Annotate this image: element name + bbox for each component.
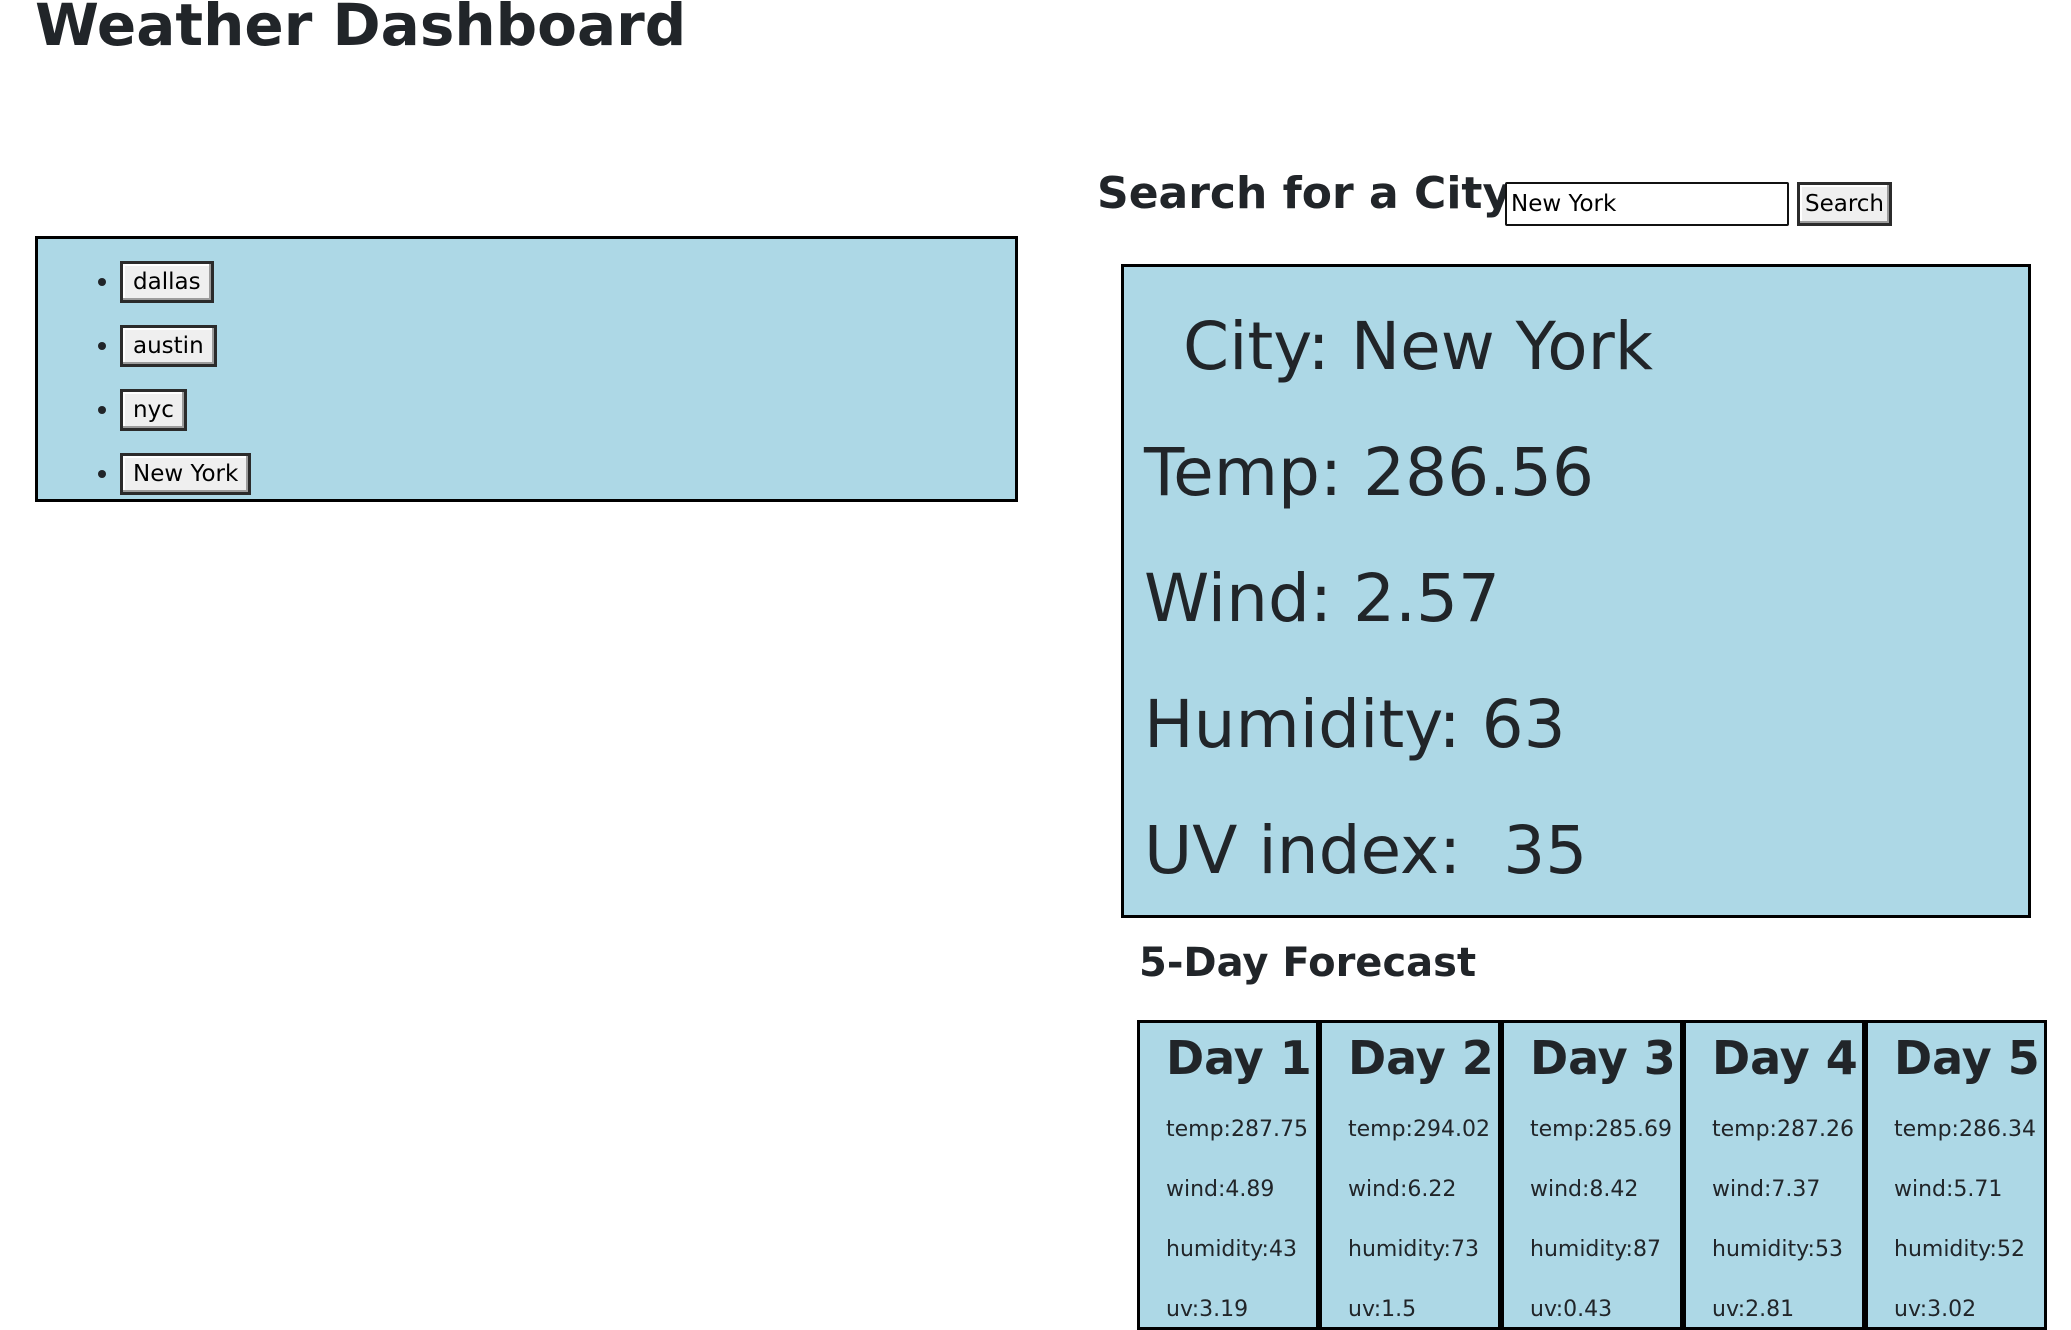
forecast-temp: temp:287.26 <box>1712 1117 1854 1142</box>
forecast-uv: uv:2.81 <box>1712 1297 1795 1322</box>
forecast-card-day-2: Day 2 temp:294.02 wind:6.22 humidity:73 … <box>1319 1020 1501 1330</box>
forecast-temp: temp:285.69 <box>1530 1117 1672 1142</box>
forecast-humidity: humidity:52 <box>1894 1237 2025 1262</box>
forecast-wind: wind:7.37 <box>1712 1177 1821 1202</box>
forecast-humidity: humidity:73 <box>1348 1237 1479 1262</box>
forecast-card-day-1: Day 1 temp:287.75 wind:4.89 humidity:43 … <box>1137 1020 1319 1330</box>
forecast-uv: uv:3.19 <box>1166 1297 1249 1322</box>
list-item: New York <box>120 453 252 517</box>
forecast-wind: wind:4.89 <box>1166 1177 1275 1202</box>
forecast-humidity: humidity:43 <box>1166 1237 1297 1262</box>
forecast-day-label: Day 1 <box>1166 1031 1312 1085</box>
list-item: austin <box>120 325 251 389</box>
forecast-uv: uv:1.5 <box>1348 1297 1417 1322</box>
forecast-humidity: humidity:53 <box>1712 1237 1843 1262</box>
list-item: nyc <box>120 389 251 453</box>
forecast-cards: Day 1 temp:287.75 wind:4.89 humidity:43 … <box>1137 1020 2047 1330</box>
history-button-nyc[interactable]: nyc <box>120 389 187 431</box>
forecast-wind: wind:6.22 <box>1348 1177 1457 1202</box>
forecast-wind: wind:8.42 <box>1530 1177 1639 1202</box>
search-history-list: dallas austin nyc New York <box>120 261 252 517</box>
history-button-dallas[interactable]: dallas <box>120 261 214 303</box>
current-wind: Wind: 2.57 <box>1144 560 1501 637</box>
search-label: Search for a City: <box>1097 168 1529 219</box>
forecast-day-label: Day 5 <box>1894 1031 2040 1085</box>
list-item: dallas <box>120 261 251 325</box>
forecast-wind: wind:5.71 <box>1894 1177 2003 1202</box>
forecast-card-day-4: Day 4 temp:287.26 wind:7.37 humidity:53 … <box>1683 1020 1865 1330</box>
current-temp: Temp: 286.56 <box>1144 434 1595 511</box>
forecast-day-label: Day 4 <box>1712 1031 1858 1085</box>
forecast-temp: temp:287.75 <box>1166 1117 1308 1142</box>
forecast-humidity: humidity:87 <box>1530 1237 1661 1262</box>
search-input[interactable] <box>1505 182 1789 226</box>
forecast-day-label: Day 3 <box>1530 1031 1676 1085</box>
forecast-uv: uv:3.02 <box>1894 1297 1977 1322</box>
current-city: City: New York <box>1162 308 1653 385</box>
history-button-austin[interactable]: austin <box>120 325 217 367</box>
history-button-new-york[interactable]: New York <box>120 453 252 495</box>
current-humidity: Humidity: 63 <box>1144 686 1566 763</box>
page-title: Weather Dashboard <box>35 0 687 59</box>
current-uv-index: UV index: 35 <box>1144 812 1588 889</box>
forecast-uv: uv:0.43 <box>1530 1297 1613 1322</box>
search-history-panel: dallas austin nyc New York <box>35 236 1018 502</box>
forecast-card-day-3: Day 3 temp:285.69 wind:8.42 humidity:87 … <box>1501 1020 1683 1330</box>
forecast-title: 5-Day Forecast <box>1139 940 1477 986</box>
search-button[interactable]: Search <box>1797 182 1892 226</box>
forecast-temp: temp:294.02 <box>1348 1117 1490 1142</box>
current-weather-panel: City: New York Temp: 286.56 Wind: 2.57 H… <box>1121 264 2031 918</box>
forecast-day-label: Day 2 <box>1348 1031 1494 1085</box>
forecast-card-day-5: Day 5 temp:286.34 wind:5.71 humidity:52 … <box>1865 1020 2047 1330</box>
forecast-temp: temp:286.34 <box>1894 1117 2036 1142</box>
